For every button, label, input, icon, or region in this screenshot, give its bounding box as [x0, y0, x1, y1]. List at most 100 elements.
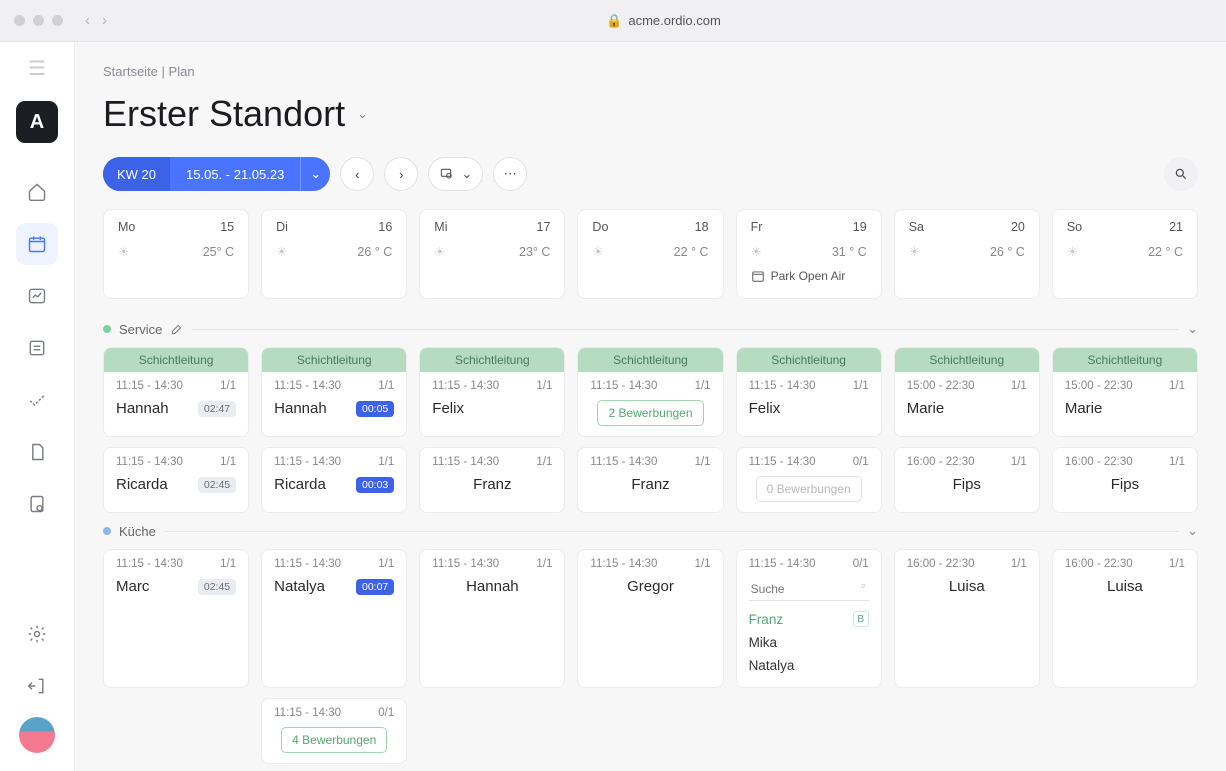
shift-card[interactable]: 11:15 - 14:300/1 0 Bewerbungen [736, 447, 882, 513]
shift-capacity: 1/1 [695, 558, 711, 570]
shift-card[interactable]: 16:00 - 22:301/1 Fips [1052, 447, 1198, 513]
schedule-icon[interactable] [16, 327, 58, 369]
person-search-input[interactable] [749, 578, 869, 601]
shift-assignee: Ricarda [274, 476, 326, 493]
calendar-icon[interactable] [16, 223, 58, 265]
shift-capacity: 1/1 [695, 380, 711, 392]
shift-card[interactable]: 11:15 - 14:301/1 Marc02:45 [103, 549, 249, 688]
shift-card[interactable]: Schichtleitung 15:00 - 22:301/1 Marie [1052, 347, 1198, 437]
person-list: FranzBMikaNatalya [749, 607, 869, 677]
section-header-kueche[interactable]: Küche ⌄ [103, 523, 1198, 539]
day-temp: 26 ° C [357, 245, 392, 259]
next-week-button[interactable]: › [384, 157, 418, 191]
day-event: Park Open Air [751, 269, 867, 283]
shift-card[interactable]: 11:15 - 14:301/1 Natalya00:07 [261, 549, 407, 688]
day-header[interactable]: Fr19 ☀︎31 ° C Park Open Air [736, 209, 882, 299]
person-option[interactable]: Mika [749, 631, 869, 654]
week-selector[interactable]: KW 20 15.05. - 21.05.23 ⌄ [103, 157, 330, 191]
shift-card[interactable]: 11:15 - 14:301/1 Franz [419, 447, 565, 513]
shift-card[interactable]: Schichtleitung 11:15 - 14:301/1 Hannah02… [103, 347, 249, 437]
shift-time: 11:15 - 14:30 [116, 380, 183, 392]
search-button[interactable] [1164, 157, 1198, 191]
shift-card[interactable]: Schichtleitung 11:15 - 14:301/1 Felix [419, 347, 565, 437]
approve-icon[interactable] [16, 379, 58, 421]
day-short: Di [276, 220, 288, 234]
day-header[interactable]: Mi17 ☀︎23° C [419, 209, 565, 299]
breadcrumb: Startseite | Plan [103, 64, 1198, 79]
browser-forward-icon[interactable]: › [102, 12, 107, 29]
day-header[interactable]: Mo15 ☀︎25° C [103, 209, 249, 299]
prev-week-button[interactable]: ‹ [340, 157, 374, 191]
sun-icon: ☀︎ [751, 244, 762, 259]
shift-capacity: 1/1 [378, 380, 394, 392]
more-button[interactable]: ⋯ [493, 157, 527, 191]
chevron-down-icon[interactable]: ⌄ [1187, 523, 1198, 539]
breadcrumb-item[interactable]: Startseite [103, 64, 158, 79]
title-dropdown-icon[interactable]: ⌄ [357, 106, 368, 122]
shift-role-header: Schichtleitung [895, 348, 1039, 372]
shift-card[interactable]: 16:00 - 22:301/1 Luisa [894, 549, 1040, 688]
shift-card[interactable]: Schichtleitung 15:00 - 22:301/1 Marie [894, 347, 1040, 437]
shift-time: 11:15 - 14:30 [116, 558, 183, 570]
shift-card[interactable]: Schichtleitung 11:15 - 14:301/1 Felix [736, 347, 882, 437]
home-icon[interactable] [16, 171, 58, 213]
shift-card[interactable]: 11:15 - 14:301/1 Hannah [419, 549, 565, 688]
settings-icon[interactable] [16, 613, 58, 655]
day-header[interactable]: Sa20 ☀︎26 ° C [894, 209, 1040, 299]
day-header[interactable]: Di16 ☀︎26 ° C [261, 209, 407, 299]
applications-badge[interactable]: 4 Bewerbungen [281, 727, 387, 753]
browser-chrome: ‹ › 🔒 acme.ordio.com [0, 0, 1226, 42]
shift-card[interactable]: 11:15 - 14:301/1 Ricarda00:03 [261, 447, 407, 513]
applications-badge[interactable]: 0 Bewerbungen [756, 476, 862, 502]
sun-icon: ☀︎ [1067, 244, 1078, 259]
zoom-dot[interactable] [52, 15, 63, 26]
applications-badge[interactable]: 2 Bewerbungen [597, 400, 703, 426]
shift-card[interactable]: 11:15 - 14:301/1 Gregor [577, 549, 723, 688]
shift-capacity: 1/1 [378, 558, 394, 570]
shift-capacity: 1/1 [695, 456, 711, 468]
analytics-icon[interactable] [16, 275, 58, 317]
address-bar[interactable]: 🔒 acme.ordio.com [606, 13, 721, 29]
receipt-icon[interactable] [16, 483, 58, 525]
day-temp: 23° C [519, 245, 550, 259]
person-option[interactable]: FranzB [749, 607, 869, 631]
day-header[interactable]: Do18 ☀︎22 ° C [577, 209, 723, 299]
breadcrumb-item[interactable]: Plan [169, 64, 195, 79]
shift-capacity: 0/1 [378, 707, 394, 719]
chevron-down-icon[interactable]: ⌄ [1187, 321, 1198, 337]
app-logo[interactable]: A [16, 101, 58, 143]
section-label: Küche [119, 524, 156, 539]
shift-time: 11:15 - 14:30 [274, 456, 341, 468]
shift-time: 15:00 - 22:30 [1065, 380, 1133, 392]
shift-card[interactable]: Schichtleitung 11:15 - 14:301/1 2 Bewerb… [577, 347, 723, 437]
logout-icon[interactable] [16, 665, 58, 707]
avatar[interactable] [19, 717, 55, 753]
shift-assignee: Hannah [274, 400, 327, 417]
shift-card[interactable]: 11:15 - 14:300/1 ⌕ FranzBMikaNatalya [736, 549, 882, 688]
window-controls [14, 15, 63, 26]
shift-time: 15:00 - 22:30 [907, 380, 975, 392]
menu-icon[interactable]: ☰ [28, 56, 46, 81]
person-option[interactable]: Natalya [749, 654, 869, 677]
shift-time: 11:15 - 14:30 [274, 707, 341, 719]
day-short: Sa [909, 220, 924, 234]
week-chevron-icon[interactable]: ⌄ [300, 157, 330, 191]
document-icon[interactable] [16, 431, 58, 473]
browser-back-icon[interactable]: ‹ [85, 12, 90, 29]
shift-row: 11:15 - 14:301/1 Marc02:45 11:15 - 14:30… [103, 549, 1198, 688]
shift-card[interactable]: 11:15 - 14:301/1 Ricarda02:45 [103, 447, 249, 513]
day-number: 20 [1011, 220, 1025, 234]
shift-card[interactable]: 16:00 - 22:301/1 Fips [894, 447, 1040, 513]
edit-icon[interactable] [170, 322, 184, 336]
day-short: Do [592, 220, 608, 234]
filter-button[interactable]: ⌄ [428, 157, 483, 191]
shift-card[interactable]: 16:00 - 22:301/1 Luisa [1052, 549, 1198, 688]
section-header-service[interactable]: Service ⌄ [103, 321, 1198, 337]
close-dot[interactable] [14, 15, 25, 26]
shift-card[interactable]: 11:15 - 14:30 0/1 4 Bewerbungen [261, 698, 407, 764]
shift-card[interactable]: 11:15 - 14:301/1 Franz [577, 447, 723, 513]
shift-assignee: Hannah [116, 400, 169, 417]
shift-card[interactable]: Schichtleitung 11:15 - 14:301/1 Hannah00… [261, 347, 407, 437]
day-header[interactable]: So21 ☀︎22 ° C [1052, 209, 1198, 299]
minimize-dot[interactable] [33, 15, 44, 26]
